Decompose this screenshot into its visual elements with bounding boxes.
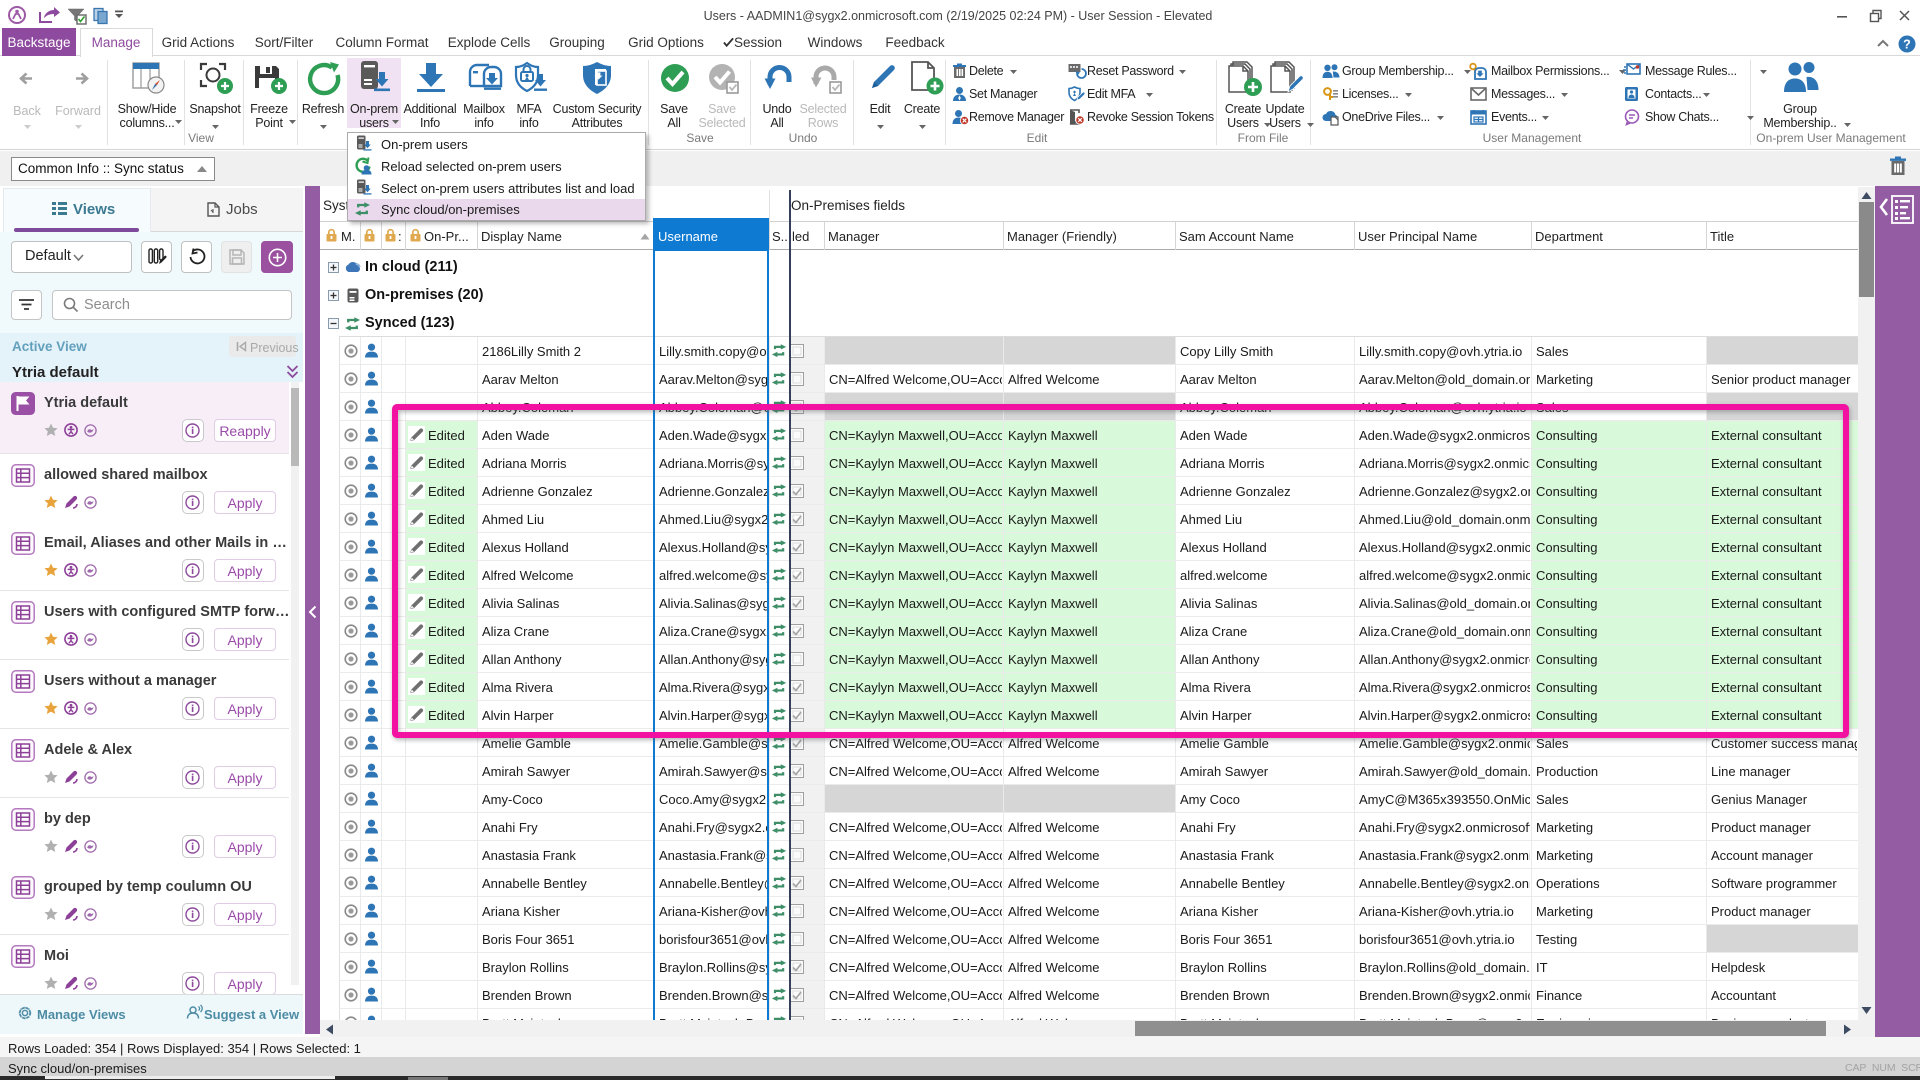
- svg-text:?: ?: [1903, 38, 1911, 52]
